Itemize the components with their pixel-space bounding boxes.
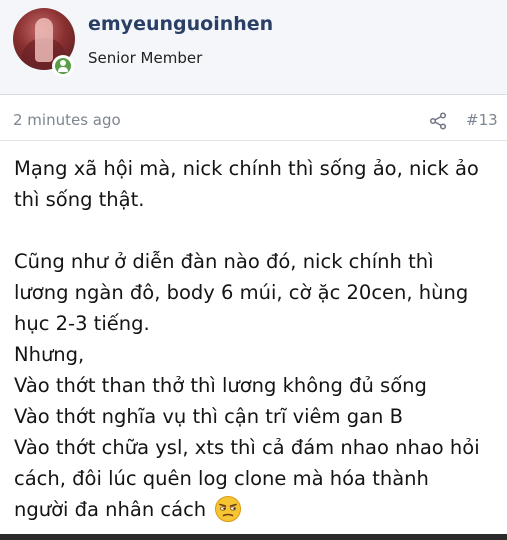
post-text-line: hục 2-3 tiếng.: [14, 312, 150, 335]
post-meta: 2 minutes ago #13: [0, 100, 507, 141]
post-text-line: thì sống thật.: [14, 188, 145, 211]
post-text-line: Vào thớt chữa ysl, xts thì cả đám nhao n…: [14, 436, 480, 459]
post-text-line: Vào thớt than thở thì lương không đủ sốn…: [14, 374, 427, 397]
post-body: Mạng xã hội mà, nick chính thì sống ảo, …: [14, 153, 499, 525]
share-icon[interactable]: [429, 112, 447, 130]
post-text-line: Vào thớt nghĩa vụ thì cận trĩ viêm gan B: [14, 405, 403, 428]
post-text-line: Mạng xã hội mà, nick chính thì sống ảo, …: [14, 157, 479, 180]
post-timestamp[interactable]: 2 minutes ago: [13, 111, 121, 129]
post-number-link[interactable]: #13: [466, 111, 498, 129]
user-title: Senior Member: [88, 49, 203, 67]
post-text-line: người đa nhân cách: [14, 498, 207, 521]
unamused-face-emoji: [215, 496, 242, 522]
online-status-dot: [55, 58, 71, 74]
post-text-line: cách, đôi lúc quên log clone mà hóa thàn…: [14, 467, 429, 490]
bottom-divider: [0, 534, 507, 540]
post-text-line: lương ngàn đô, body 6 múi, cờ ặc 20cen, …: [14, 281, 469, 304]
online-user-icon: [52, 55, 74, 77]
username[interactable]: emyeunguoinhen: [88, 13, 273, 35]
post-text-line: Nhưng,: [14, 343, 85, 366]
avatar-image-figure: [35, 18, 53, 62]
post-text-line-last: người đa nhân cách: [14, 494, 499, 525]
post-header: emyeunguoinhen Senior Member: [0, 0, 507, 95]
post-text-line: Cũng như ở diễn đàn nào đó, nick chính t…: [14, 250, 434, 273]
